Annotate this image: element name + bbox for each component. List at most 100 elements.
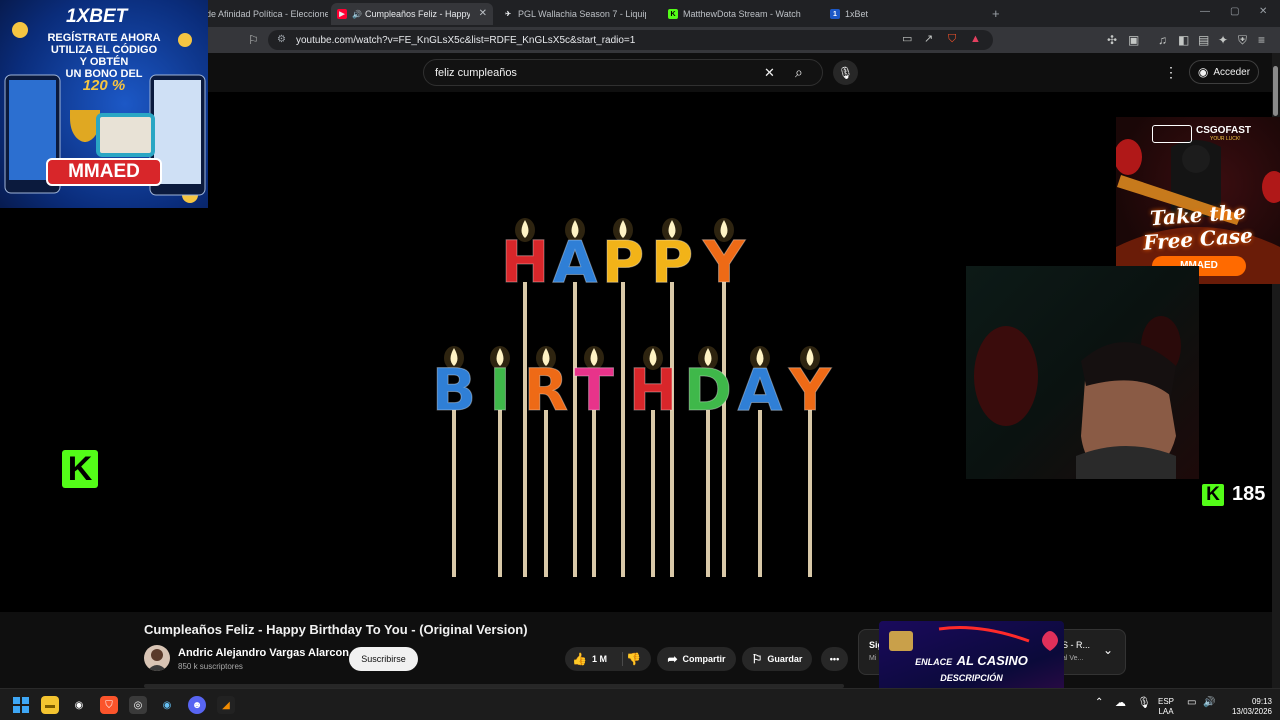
- candle-birthday-0: B: [431, 346, 477, 577]
- microphone-icon: 🎙: [837, 65, 854, 80]
- candle-stick: [573, 282, 577, 577]
- brave-rewards-icon[interactable]: ▲: [970, 34, 981, 45]
- candle-stick: [544, 410, 548, 577]
- obs-icon[interactable]: ◎: [129, 696, 147, 714]
- voice-search-button[interactable]: 🎙: [833, 60, 858, 85]
- csgofast-logo: CSGOFAST: [1196, 125, 1252, 136]
- dislike-icon[interactable]: 👎: [626, 652, 641, 666]
- tab-kick-stream[interactable]: K MatthewDota Stream - Watch Live: [662, 3, 820, 25]
- ad-line-3: Y OBTÉN: [79, 56, 129, 68]
- bookmark-icon[interactable]: ⚐: [248, 34, 259, 46]
- subscriber-count: 850 k suscriptores: [178, 662, 243, 671]
- divider: [622, 652, 623, 666]
- 1xbet-logo: 1XBET: [66, 6, 128, 27]
- media-icon[interactable]: ♫: [1158, 34, 1167, 46]
- volume-icon[interactable]: 🔊: [1203, 698, 1215, 708]
- ad-headline: Take the Free Case: [1116, 200, 1280, 255]
- wallet-icon[interactable]: ▤: [1198, 34, 1209, 46]
- candle-letter: A: [553, 228, 598, 296]
- ad-line-1a: ENLACE: [915, 657, 953, 667]
- maximize-icon[interactable]: ▢: [1230, 6, 1239, 17]
- candle-birthday-2: R: [523, 346, 569, 577]
- search-icon[interactable]: ⌕: [795, 65, 803, 79]
- candle-birthday-1: I: [489, 346, 511, 577]
- candle-letter: D: [684, 356, 732, 424]
- tab-1xbet[interactable]: 1 1xBet: [824, 3, 984, 25]
- candle-stick: [592, 410, 596, 577]
- candle-stick: [523, 282, 527, 577]
- brave-shields-icon[interactable]: ⛉: [948, 34, 956, 45]
- windows-start-icon[interactable]: [12, 696, 30, 714]
- candle-letter: Y: [702, 228, 746, 296]
- sign-in-button[interactable]: ◉ Acceder: [1189, 60, 1259, 84]
- onedrive-icon[interactable]: ☁: [1115, 698, 1126, 709]
- channel-avatar[interactable]: [144, 645, 170, 671]
- speaker-icon: 🔊: [352, 9, 362, 19]
- ad-line-1: REGÍSTRATE AHORA: [47, 32, 161, 44]
- reader-icon[interactable]: ▣: [1128, 34, 1139, 46]
- file-explorer-icon[interactable]: ▬: [41, 696, 59, 714]
- tab-youtube-video[interactable]: ▶ 🔊 Cumpleaños Feliz - Happy Birthday ✕: [331, 3, 493, 25]
- app-icon[interactable]: ◢: [217, 696, 235, 714]
- brave-browser-icon[interactable]: ⛉: [100, 696, 118, 714]
- site-info-icon[interactable]: ⚙: [277, 34, 286, 45]
- like-icon[interactable]: 👍: [572, 652, 587, 666]
- close-window-icon[interactable]: ✕: [1259, 6, 1267, 17]
- menu-icon[interactable]: ≡: [1258, 34, 1265, 46]
- candle-letter: R: [524, 356, 569, 424]
- ad-text-block: REGÍSTRATE AHORA UTILIZA EL CÓDIGO Y OBT…: [0, 32, 208, 94]
- ad-text-block: ENLACE AL CASINO DESCRIPCIÓN: [879, 653, 1064, 686]
- sidebar-icon[interactable]: ◧: [1178, 34, 1189, 46]
- candle-letter: H: [629, 356, 678, 424]
- minimize-icon[interactable]: —: [1200, 6, 1210, 17]
- steam-app-icon[interactable]: ◉: [158, 696, 176, 714]
- network-icon[interactable]: ▭: [1187, 698, 1196, 708]
- search-input[interactable]: feliz cumpleaños ✕ ⌕: [423, 59, 823, 86]
- candle-letter: H: [501, 228, 550, 296]
- tab-liquipedia[interactable]: ✈ PGL Wallachia Season 7 - Liquipedia: [497, 3, 657, 25]
- cast-icon[interactable]: ▭: [902, 34, 912, 45]
- discord-icon[interactable]: ☻: [188, 696, 206, 714]
- like-count[interactable]: 1 M: [592, 654, 607, 664]
- mic-tray-icon[interactable]: 🎙: [1137, 698, 1151, 709]
- language-indicator[interactable]: ESP LAA: [1158, 697, 1174, 717]
- avatar-image: [147, 649, 167, 671]
- channel-name[interactable]: Andric Alejandro Vargas Alarcon: [178, 647, 349, 659]
- save-button[interactable]: ⚐ Guardar: [742, 647, 812, 671]
- clear-search-icon[interactable]: ✕: [764, 66, 775, 79]
- share-page-icon[interactable]: ↗: [924, 34, 933, 45]
- tab-close-icon[interactable]: ✕: [479, 8, 487, 19]
- tab-elecciones[interactable]: de Afinidad Política - Elecciones: [200, 3, 328, 25]
- more-options-icon[interactable]: ⋮: [1164, 65, 1178, 79]
- tab-label: Cumpleaños Feliz - Happy Birthday: [364, 9, 470, 19]
- leo-ai-icon[interactable]: ✦: [1218, 34, 1228, 46]
- youtube-header: feliz cumpleaños ✕ ⌕ 🎙 ⋮ ◉ Acceder: [208, 53, 1280, 92]
- search-value: feliz cumpleaños: [435, 66, 517, 79]
- url-field[interactable]: ⚙ youtube.com/watch?v=FE_KnGLsX5c&list=R…: [268, 30, 993, 50]
- tab-label: MatthewDota Stream - Watch Live: [683, 9, 801, 19]
- streamer-webcam: [966, 266, 1199, 479]
- candle-stick: [498, 410, 502, 577]
- kick-viewers-icon: K: [1202, 484, 1224, 506]
- promo-code-badge: MMAED: [46, 158, 162, 186]
- scrollbar-thumb[interactable]: [1273, 66, 1278, 116]
- candle-birthday-6: A: [737, 346, 783, 577]
- ad-line-2: DESCRIPCIÓN: [940, 673, 1003, 683]
- steam-icon[interactable]: ◉: [70, 696, 88, 714]
- subscribe-button[interactable]: Suscribirse: [349, 647, 418, 671]
- viewer-count: 185: [1232, 483, 1266, 505]
- more-icon: •••: [829, 654, 840, 664]
- chevron-down-icon[interactable]: ⌄: [1103, 643, 1113, 657]
- windows-taskbar: ▬ ◉ ⛉ ◎ ◉ ☻ ◢ ⌃ ☁ 🎙 ESP LAA ▭ 🔊 09:13 13…: [0, 688, 1280, 720]
- more-actions-button[interactable]: •••: [821, 647, 848, 671]
- vpn-icon[interactable]: ⛨: [1238, 34, 1247, 46]
- tray-overflow-icon[interactable]: ⌃: [1095, 698, 1103, 708]
- share-button[interactable]: ➦ Compartir: [657, 647, 736, 671]
- csgofast-ad-overlay: CSGOFAST YOUR LUCK! Take the Free Case M…: [1116, 117, 1280, 284]
- new-tab-button[interactable]: +: [992, 6, 1000, 21]
- candle-letter: I: [489, 356, 511, 424]
- video-details: Cumpleaños Feliz - Happy Birthday To You…: [0, 612, 1272, 688]
- clock[interactable]: 09:13 13/03/2026: [1222, 697, 1272, 717]
- ad-bonus: 120 %: [82, 77, 126, 94]
- extensions-icon[interactable]: ✣: [1107, 34, 1117, 46]
